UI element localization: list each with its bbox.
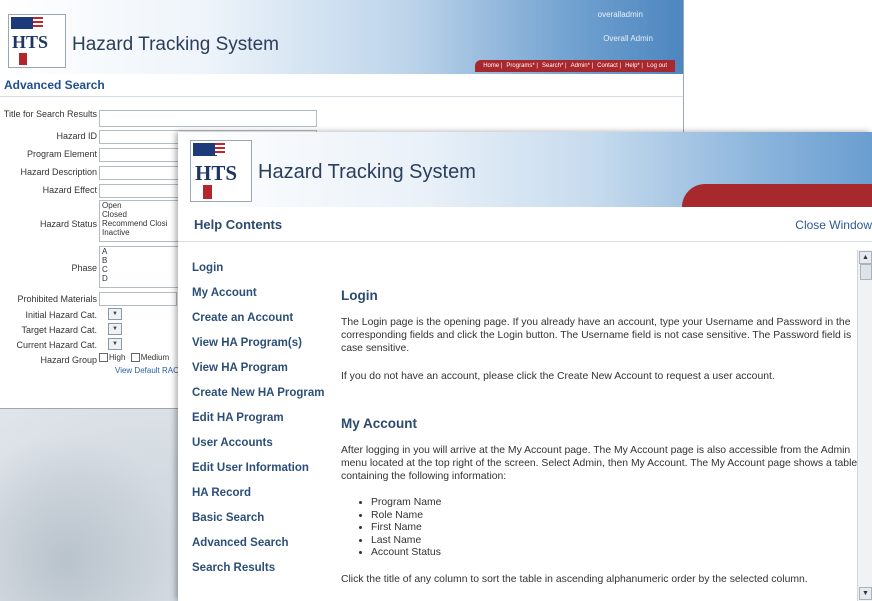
high-checkbox[interactable] — [99, 353, 108, 363]
list-item: First Name — [371, 522, 441, 535]
chevron-down-icon: ▼ — [112, 311, 118, 317]
logo-swoosh — [203, 185, 212, 199]
user-role: Overall Admin — [603, 34, 653, 43]
section-title: Advanced Search — [0, 74, 683, 97]
phase-list[interactable]: A B C D — [99, 246, 179, 288]
chevron-down-icon: ▼ — [112, 326, 118, 332]
high-label: High — [109, 353, 126, 362]
nav-view-ha-programs[interactable]: View HA Program(s) — [192, 337, 302, 349]
nav-basic-search[interactable]: Basic Search — [192, 512, 264, 524]
logo-text: HTS — [12, 32, 49, 52]
hazard-group-label: Hazard Group — [40, 355, 97, 365]
top-nav: Home | Programs* | Search* | Admin* | Contac… — [475, 60, 675, 72]
nav-advanced-search[interactable]: Advanced Search — [192, 537, 289, 549]
my-account-paragraph-2: Click the title of any column to sort th… — [341, 574, 808, 585]
nav-view-ha-program[interactable]: View HA Program — [192, 362, 288, 374]
vertical-scrollbar[interactable]: ▲ ▼ — [857, 250, 872, 601]
nav-user-accounts[interactable]: User Accounts — [192, 437, 273, 449]
scroll-down-button[interactable]: ▼ — [859, 587, 872, 600]
status-option[interactable]: Open — [102, 201, 178, 210]
prohibited-materials-input[interactable] — [99, 292, 177, 306]
nav-create-account[interactable]: Create an Account — [192, 312, 293, 324]
nav-search[interactable]: Search* | — [542, 63, 567, 69]
phase-option[interactable]: B — [102, 256, 178, 265]
my-account-paragraph-1: After logging in you will arrive at the … — [341, 445, 858, 482]
nav-ha-record[interactable]: HA Record — [192, 487, 251, 499]
hazard-description-label: Hazard Description — [20, 167, 97, 177]
nav-login[interactable]: Login — [192, 262, 223, 274]
user-name: overalladmin — [597, 10, 643, 19]
program-element-label: Program Element — [26, 149, 97, 159]
help-window: HTS Hazard Tracking System Help Contents… — [178, 132, 872, 601]
hts-logo: HTS — [190, 140, 252, 202]
nav-help[interactable]: Help* | — [625, 63, 643, 69]
phase-label: Phase — [71, 263, 97, 273]
nav-programs[interactable]: Programs* | — [506, 63, 538, 69]
target-hazard-select[interactable]: ▼ — [108, 323, 122, 335]
nav-edit-user-info[interactable]: Edit User Information — [192, 462, 309, 474]
my-account-list: Program Name Role Name First Name Last N… — [341, 497, 441, 560]
status-option[interactable]: Closed — [102, 210, 178, 219]
login-paragraph-2: If you do not have an account, please cl… — [341, 371, 775, 382]
hazard-status-label: Hazard Status — [39, 219, 97, 229]
medium-label: Medium — [140, 353, 170, 362]
chevron-up-icon: ▲ — [862, 254, 869, 261]
hazard-group-options: High Medium — [99, 353, 170, 363]
login-paragraph-1: The Login page is the opening page. If y… — [341, 317, 852, 354]
flag-icon — [193, 143, 225, 156]
hts-logo: HTS — [8, 14, 66, 68]
target-hazard-label: Target Hazard Cat. — [21, 325, 97, 335]
logo-text: HTS — [195, 161, 238, 185]
phase-option[interactable]: C — [102, 265, 178, 274]
flag-icon — [11, 17, 43, 29]
app-title: Hazard Tracking System — [258, 161, 476, 183]
nav-create-ha-program[interactable]: Create New HA Program — [192, 387, 325, 399]
list-item: Program Name — [371, 497, 441, 510]
back-header: HTS Hazard Tracking System overalladmin … — [0, 0, 683, 74]
help-bar: Help Contents Close Window — [178, 207, 872, 242]
list-item: Account Status — [371, 547, 441, 560]
help-title: Help Contents — [194, 217, 283, 232]
status-option[interactable]: Inactive — [102, 228, 178, 237]
view-default-rac-link[interactable]: View Default RAC I — [115, 366, 183, 375]
nav-search-results[interactable]: Search Results — [192, 562, 275, 574]
nav-admin[interactable]: Admin* | — [571, 63, 594, 69]
list-item: Role Name — [371, 510, 441, 523]
title-input[interactable] — [99, 110, 317, 127]
nav-logout[interactable]: Log out — [647, 63, 667, 69]
phase-option[interactable]: A — [102, 247, 178, 256]
scroll-thumb[interactable] — [860, 264, 872, 280]
list-item: Last Name — [371, 535, 441, 548]
hazard-status-list[interactable]: Open Closed Recommend Closi Inactive — [99, 200, 179, 242]
initial-hazard-label: Initial Hazard Cat. — [25, 310, 97, 320]
hazard-effect-label: Hazard Effect — [42, 185, 97, 195]
header-accent — [682, 184, 872, 207]
app-title: Hazard Tracking System — [72, 34, 279, 55]
phase-option[interactable]: D — [102, 274, 178, 283]
logo-swoosh — [19, 53, 27, 65]
chevron-down-icon: ▼ — [862, 590, 869, 597]
nav-my-account[interactable]: My Account — [192, 287, 257, 299]
close-window-link[interactable]: Close Window — [795, 218, 872, 232]
status-option[interactable]: Recommend Closi — [102, 219, 178, 228]
hazard-id-label: Hazard ID — [56, 131, 97, 141]
chevron-down-icon: ▼ — [112, 341, 118, 347]
scroll-up-button[interactable]: ▲ — [859, 251, 872, 264]
nav-contact[interactable]: Contact | — [597, 63, 621, 69]
current-hazard-label: Current Hazard Cat. — [16, 340, 97, 350]
my-account-heading: My Account — [341, 416, 418, 431]
front-header: HTS Hazard Tracking System — [178, 132, 872, 207]
login-heading: Login — [341, 288, 378, 303]
nav-edit-ha-program[interactable]: Edit HA Program — [192, 412, 284, 424]
prohibited-materials-label: Prohibited Materials — [17, 294, 97, 304]
title-label: Title for Search Results — [3, 109, 97, 119]
current-hazard-select[interactable]: ▼ — [108, 338, 122, 350]
initial-hazard-select[interactable]: ▼ — [108, 308, 122, 320]
nav-home[interactable]: Home | — [483, 63, 502, 69]
medium-checkbox[interactable] — [130, 353, 140, 363]
